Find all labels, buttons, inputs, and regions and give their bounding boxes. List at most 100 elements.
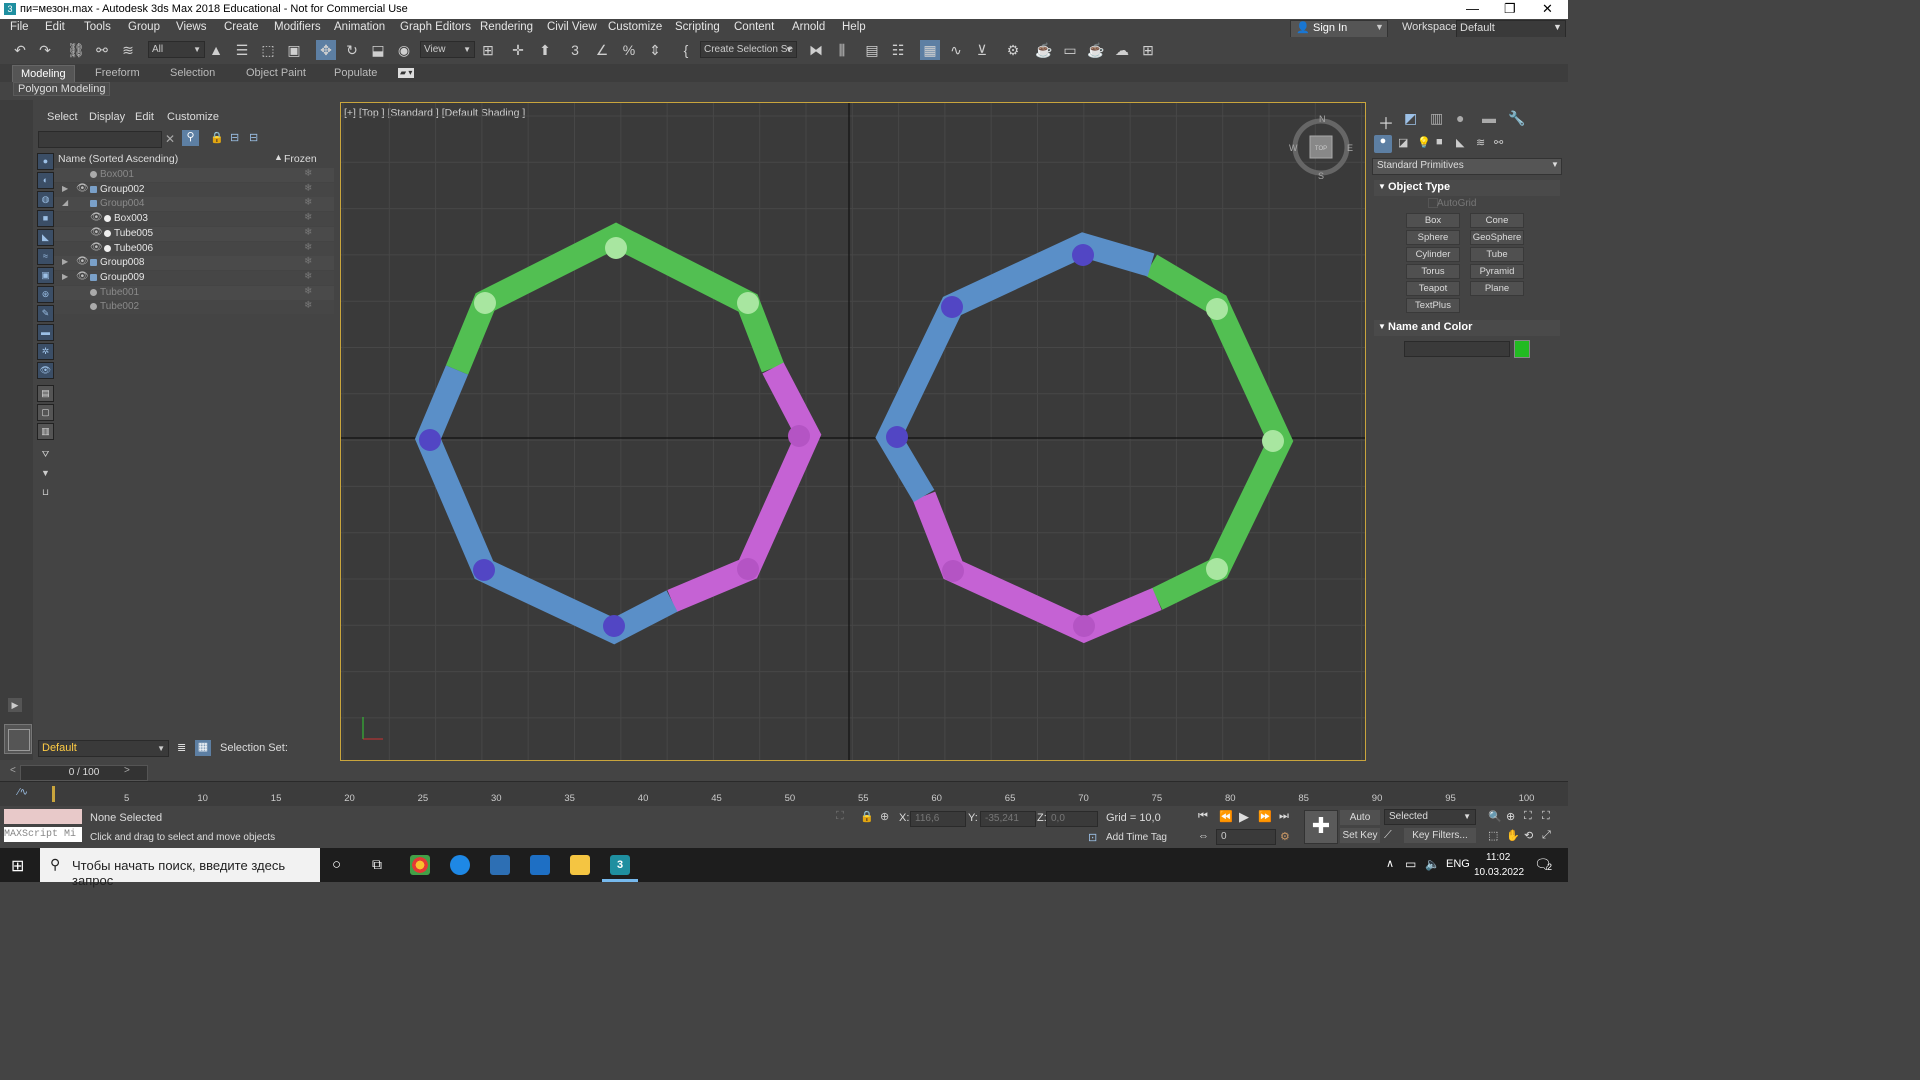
menu-edit[interactable]: Edit <box>45 21 65 33</box>
helpers-icon[interactable]: ◣ <box>1456 136 1464 149</box>
display-bones-icon[interactable]: ✎ <box>37 305 54 322</box>
edge-icon[interactable] <box>450 855 470 875</box>
display-helpers-icon[interactable]: ◣ <box>37 229 54 246</box>
menu-create[interactable]: Create <box>224 21 259 33</box>
object-type-rollout[interactable]: ▼ Object Type <box>1374 180 1560 196</box>
ribbon-toggle-icon[interactable]: ☷ <box>888 40 908 60</box>
next-frame-icon[interactable]: > <box>124 765 130 776</box>
scene-menu-display[interactable]: Display <box>89 111 125 123</box>
frozen-icon[interactable]: ❄ <box>304 256 312 267</box>
display-lights-icon[interactable]: ◍ <box>37 191 54 208</box>
keyboard-shortcut-icon[interactable]: ⬆ <box>535 40 555 60</box>
shapes-icon[interactable]: ◪ <box>1398 136 1408 149</box>
display-containers-icon[interactable]: ▬ <box>37 324 54 341</box>
menu-modifiers[interactable]: Modifiers <box>274 21 321 33</box>
scene-explorer-icon[interactable]: ▦ <box>920 40 940 60</box>
key-tangent-icon[interactable]: ⟋ <box>1384 829 1392 842</box>
3dsmax-taskbar-icon[interactable]: 3 <box>610 855 630 875</box>
toolbox-icon[interactable]: ⊔ <box>37 484 54 501</box>
column-frozen-header[interactable]: Frozen <box>284 153 317 165</box>
named-set-icon[interactable]: { <box>676 40 696 60</box>
task-view-icon[interactable]: ⧉ <box>372 856 382 873</box>
selection-filter-dropdown[interactable]: All ▼ <box>148 41 205 58</box>
funnel-icon[interactable]: ▼ <box>37 465 54 482</box>
collapsed-arrow-icon[interactable]: ▶ <box>62 272 68 281</box>
menu-help[interactable]: Help <box>842 21 866 33</box>
render-cloud-icon[interactable]: ☁ <box>1112 40 1132 60</box>
rect-select-icon[interactable]: ⬚ <box>258 40 278 60</box>
absolute-mode-icon[interactable]: ⊕ <box>880 810 889 823</box>
workspaces-dropdown[interactable]: Default ▼ <box>1456 20 1566 38</box>
scene-row[interactable]: ▶ 👁 Group009 ❄ <box>54 270 334 285</box>
window-crossing-icon[interactable]: ▣ <box>284 40 304 60</box>
volume-icon[interactable]: 🔈 <box>1425 857 1440 871</box>
track-curve-icon[interactable]: ⁄∿ <box>18 787 28 798</box>
menu-tools[interactable]: Tools <box>84 21 111 33</box>
scene-row[interactable]: 👁 Tube006 ❄ <box>54 241 334 256</box>
tab-modeling[interactable]: Modeling <box>12 65 75 83</box>
mail-icon[interactable] <box>530 855 550 875</box>
collapsed-arrow-icon[interactable]: ▶ <box>62 184 68 193</box>
display-all-icon[interactable]: ▤ <box>37 385 54 402</box>
tab-populate[interactable]: Populate <box>334 67 377 79</box>
menu-group[interactable]: Group <box>128 21 160 33</box>
minimize-icon[interactable]: — <box>1466 1 1479 16</box>
time-config-icon[interactable]: ⚙ <box>1280 830 1290 843</box>
tab-freeform[interactable]: Freeform <box>95 67 140 79</box>
close-icon[interactable]: ✕ <box>1542 1 1553 17</box>
language-indicator[interactable]: ENG <box>1446 858 1470 870</box>
key-mode-icon[interactable]: ⇔ <box>1198 830 1209 842</box>
zoom-extents-all-icon[interactable]: ⛶ <box>1542 810 1550 823</box>
prev-frame-icon[interactable]: < <box>10 765 16 776</box>
create-selection-set-dropdown[interactable]: Create Selection Se ▼ <box>700 41 797 58</box>
hierarchy-tab-icon[interactable]: ▥ <box>1430 110 1443 127</box>
teapot-button[interactable]: Teapot <box>1406 281 1460 296</box>
spinner-snap-icon[interactable]: ⇕ <box>645 40 665 60</box>
add-time-tag[interactable]: Add Time Tag <box>1106 832 1167 843</box>
a360-icon[interactable]: ⊞ <box>1138 40 1158 60</box>
menu-arnold[interactable]: Arnold <box>792 21 825 33</box>
y-coord-input[interactable]: -35,241 <box>980 811 1036 827</box>
select-object-icon[interactable]: ▲ <box>206 40 226 60</box>
column-name-header[interactable]: Name (Sorted Ascending) <box>58 153 178 165</box>
frozen-icon[interactable]: ❄ <box>304 286 312 297</box>
go-to-start-icon[interactable]: ⏮ <box>1198 810 1208 823</box>
pan-icon[interactable]: ✋ <box>1506 829 1520 842</box>
scene-search-input[interactable] <box>38 131 162 148</box>
menu-scripting[interactable]: Scripting <box>675 21 720 33</box>
geosphere-button[interactable]: GeoSphere <box>1470 230 1524 245</box>
scene-row[interactable]: Box001 ❄ <box>54 168 334 182</box>
menu-content[interactable]: Content <box>734 21 774 33</box>
layer-explorer-icon[interactable]: ▤ <box>862 40 882 60</box>
link-icon[interactable]: ⛓ <box>66 40 86 60</box>
move-icon[interactable]: ✥ <box>316 40 336 60</box>
menu-civil-view[interactable]: Civil View <box>547 21 597 33</box>
pyramid-button[interactable]: Pyramid <box>1470 264 1524 279</box>
schematic-icon[interactable]: ⊻ <box>972 40 992 60</box>
maximize-viewport-icon[interactable]: ⤢ <box>1542 829 1551 842</box>
menu-animation[interactable]: Animation <box>334 21 385 33</box>
zoom-extents-icon[interactable]: ⛶ <box>1524 810 1532 823</box>
rendered-frame-icon[interactable]: ▭ <box>1060 40 1080 60</box>
x-coord-input[interactable]: 116,6 <box>910 811 966 827</box>
render-icon[interactable]: ☕ <box>1086 40 1106 60</box>
object-name-field[interactable] <box>1404 341 1510 357</box>
viewport-canvas[interactable]: TOP N S E W <box>341 103 1365 760</box>
zoom-all-icon[interactable]: ⊕ <box>1506 810 1515 823</box>
isolate-icon[interactable]: ⛶ <box>836 810 844 823</box>
sphere-button[interactable]: Sphere <box>1406 230 1460 245</box>
invert-display-icon[interactable]: ▥ <box>37 423 54 440</box>
display-shapes-icon[interactable]: ◐ <box>37 172 54 189</box>
maxscript-mini-listener[interactable]: MAXScript Mi <box>4 827 82 842</box>
box-button[interactable]: Box <box>1406 213 1460 228</box>
select-by-name-icon[interactable]: ☰ <box>232 40 252 60</box>
find-icon[interactable]: ⛛ <box>37 446 54 463</box>
display-particles-icon[interactable]: ✲ <box>37 343 54 360</box>
selection-set-icon[interactable]: ▦ <box>195 740 211 756</box>
scene-row[interactable]: Tube001 ❄ <box>54 285 334 300</box>
material-editor-icon[interactable]: ⚙ <box>1003 40 1023 60</box>
scene-menu-customize[interactable]: Customize <box>167 111 219 123</box>
track-bar[interactable]: ⁄∿ 5 10 15 20 25 30 35 40 45 50 55 60 65 70 75 80 85 90 95… <box>0 781 1568 806</box>
systems-icon[interactable]: ⚯ <box>1494 136 1503 149</box>
expand-arrow-icon[interactable]: ▶ <box>8 698 22 712</box>
